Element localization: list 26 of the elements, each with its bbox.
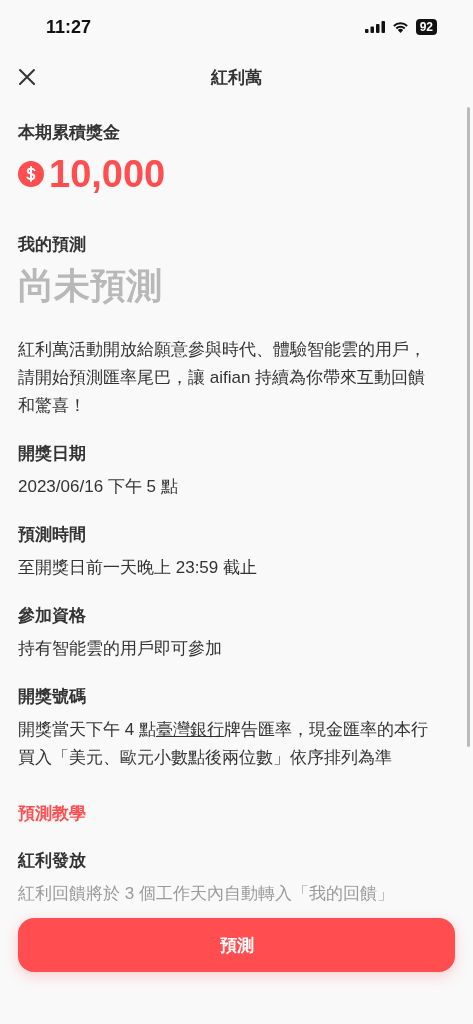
section-text: 2023/06/16 下午 5 點 [18,476,178,498]
section-text: 持有智能雲的用戶即可參加 [18,638,222,660]
bank-link[interactable]: 臺灣銀行 [155,720,224,739]
section-title: 參加資格 [18,605,86,627]
section-title: 預測時間 [18,524,86,546]
section-text: 開獎當天下午 4 點臺灣銀行牌告匯率，現金匯率的本行買入「美元、歐元小數點後兩位數」依序排列為準 [18,719,429,769]
prize-label: 本期累積獎金 [18,122,120,144]
scrollbar[interactable] [467,107,470,747]
prize-amount: 10,000 [49,152,166,196]
predict-button[interactable]: 預測 [18,918,455,972]
close-icon[interactable] [18,68,36,86]
tutorial-link[interactable]: 預測教學 [18,801,86,827]
page-title: 紅利萬 [211,66,262,89]
dollar-coin-icon [18,161,44,187]
signal-icon [364,21,385,33]
prediction-value: 尚未預測 [18,264,162,308]
section-title: 紅利發放 [18,850,86,872]
battery-indicator: 92 [415,19,437,35]
wifi-icon [391,21,409,33]
intro-text: 紅利萬活動開放給願意參與時代、體驗智能雲的用戶，請開始預測匯率尾巴，讓 aifian 持續為你帶來互動回饋和驚喜！ [18,339,427,417]
section-text: 紅利回饋將於 3 個工作天內自動轉入「我的回饋」 [18,883,394,905]
section-text: 至開獎日前一天晚上 23:59 截止 [18,557,257,579]
status-time: 11:27 [46,16,92,38]
prediction-label: 我的預測 [18,234,86,256]
section-title: 開獎號碼 [18,686,86,708]
section-title: 開獎日期 [18,443,86,465]
